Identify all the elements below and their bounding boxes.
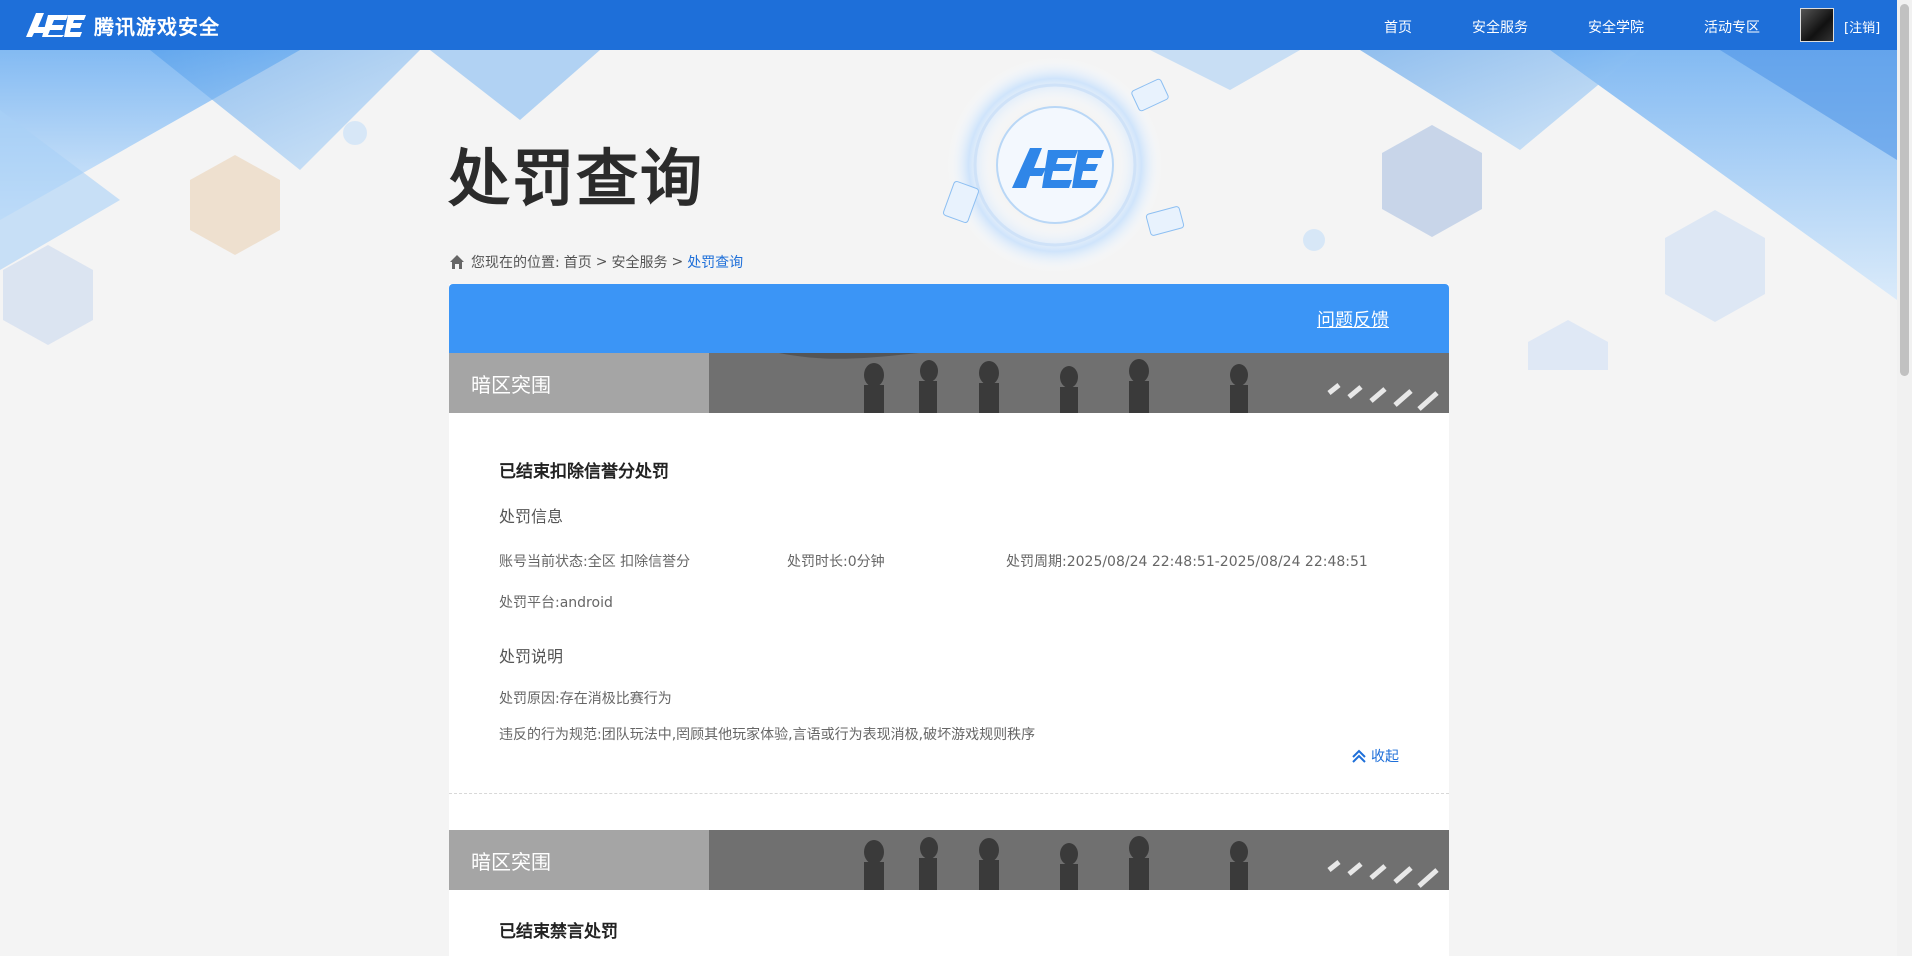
- info-heading: 处罚信息: [499, 507, 564, 526]
- breadcrumb: 您现在的位置: 首页 > 安全服务 > 处罚查询: [449, 252, 743, 272]
- ace-logo[interactable]: 腾讯游戏安全: [24, 11, 220, 39]
- nav-security-academy[interactable]: 安全学院: [1588, 17, 1644, 37]
- record-title: 已结束扣除信誉分处罚: [499, 462, 669, 482]
- game-banner: 暗区突围: [449, 353, 1449, 413]
- description-heading: 处罚说明: [499, 647, 564, 666]
- user-avatar[interactable]: [1800, 8, 1834, 42]
- vertical-scrollbar[interactable]: [1897, 0, 1912, 956]
- breadcrumb-home[interactable]: 首页: [564, 252, 592, 272]
- logout-link[interactable]: [注销]: [1844, 17, 1880, 36]
- penalty-platform: 处罚平台:android: [499, 595, 613, 611]
- game-banner-art: [449, 353, 1449, 413]
- game-banner-art: [449, 830, 1449, 890]
- breadcrumb-current: 处罚查询: [687, 255, 744, 271]
- game-name: 暗区突围: [471, 850, 551, 874]
- breadcrumb-separator: >: [595, 254, 608, 270]
- penalty-duration: 处罚时长:0分钟: [787, 554, 885, 570]
- ace-logo-icon: [26, 13, 86, 37]
- record-title: 已结束禁言处罚: [499, 922, 618, 942]
- home-icon: [450, 255, 464, 269]
- logo-text: 腾讯游戏安全: [94, 14, 220, 39]
- account-status: 账号当前状态:全区 扣除信誉分: [499, 554, 691, 570]
- penalty-period: 处罚周期:2025/08/24 22:48:51-2025/08/24 22:4…: [1006, 554, 1368, 570]
- penalty-panel: 问题反馈 暗区突围 已结束扣除信誉分处罚 处罚信息 账号当前状态:全区 扣除信誉…: [449, 284, 1449, 956]
- collapse-button[interactable]: 收起: [1351, 746, 1399, 766]
- panel-header: 问题反馈: [449, 284, 1449, 353]
- breadcrumb-prefix: 您现在的位置:: [471, 255, 560, 271]
- nav-home[interactable]: 首页: [1384, 17, 1412, 37]
- nav-security-service[interactable]: 安全服务: [1472, 17, 1528, 37]
- breadcrumb-security-service[interactable]: 安全服务: [611, 252, 667, 272]
- penalty-reason: 处罚原因:存在消极比赛行为: [499, 691, 672, 707]
- game-banner: 暗区突围: [449, 830, 1449, 890]
- feedback-link[interactable]: 问题反馈: [1317, 306, 1389, 332]
- nav-activity-zone[interactable]: 活动专区: [1704, 17, 1760, 37]
- violated-rule: 违反的行为规范:团队玩法中,罔顾其他玩家体验,言语或行为表现消极,破坏游戏规则秩…: [499, 727, 1036, 743]
- double-chevron-up-icon: [1352, 749, 1366, 763]
- top-navigation-bar: 腾讯游戏安全 首页 安全服务 安全学院 活动专区 [注销]: [0, 0, 1897, 50]
- breadcrumb-separator: >: [671, 254, 684, 270]
- game-name: 暗区突围: [471, 373, 551, 397]
- scrollbar-thumb[interactable]: [1900, 4, 1909, 376]
- record-divider: [449, 793, 1449, 794]
- page-title: 处罚查询: [448, 142, 705, 215]
- collapse-label: 收起: [1371, 749, 1399, 765]
